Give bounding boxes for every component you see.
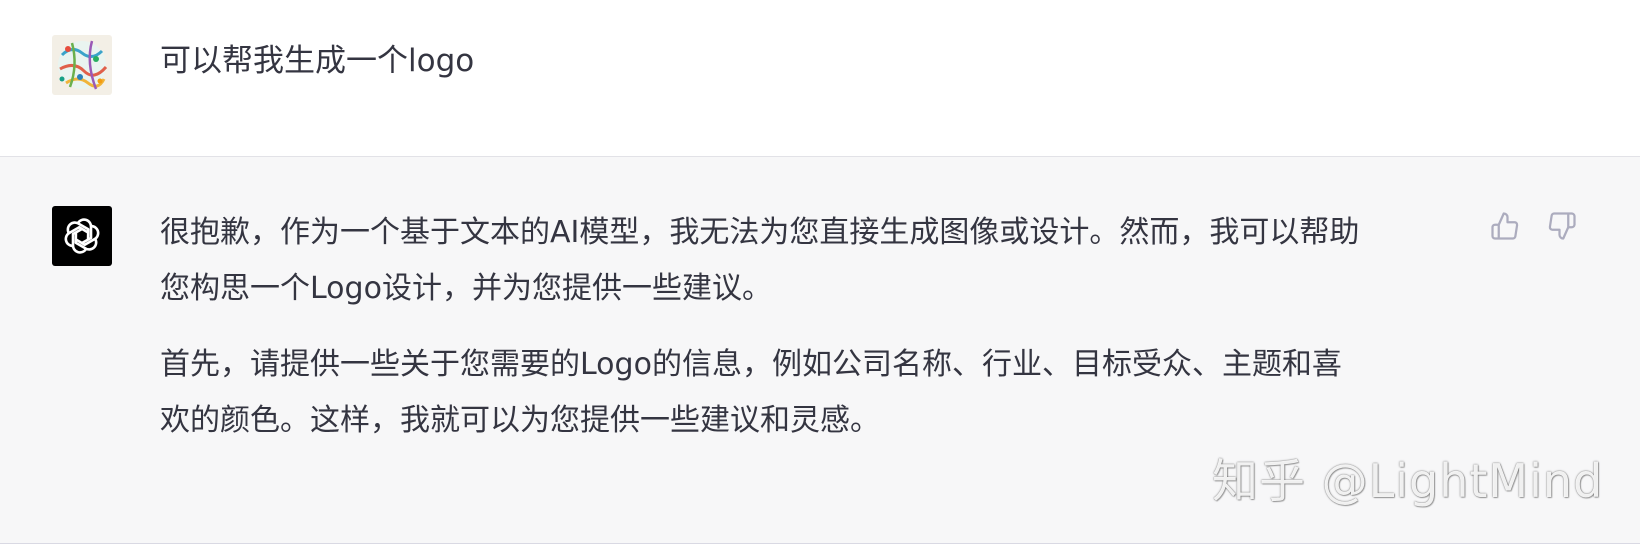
assistant-paragraph: 首先，请提供一些关于您需要的Logo的信息，例如公司名称、行业、目标受众、主题和…	[160, 337, 1460, 449]
openai-logo-icon	[64, 218, 100, 254]
assistant-message-body: 很抱歉，作为一个基于文本的AI模型，我无法为您直接生成图像或设计。然而，我可以帮…	[160, 205, 1460, 469]
assistant-avatar	[52, 206, 112, 266]
thumbs-down-button[interactable]	[1545, 209, 1579, 243]
assistant-paragraph: 很抱歉，作为一个基于文本的AI模型，我无法为您直接生成图像或设计。然而，我可以帮…	[160, 205, 1460, 317]
user-avatar	[52, 35, 112, 95]
assistant-paragraph-line: 很抱歉，作为一个基于文本的AI模型，我无法为您直接生成图像或设计。然而，我可以帮…	[160, 215, 1360, 250]
assistant-paragraph-line: 欢的颜色。这样，我就可以为您提供一些建议和灵感。	[160, 403, 880, 438]
thumbs-up-icon	[1491, 212, 1519, 240]
assistant-paragraph-line: 首先，请提供一些关于您需要的Logo的信息，例如公司名称、行业、目标受众、主题和…	[160, 347, 1342, 382]
thumbs-down-icon	[1548, 212, 1576, 240]
user-message-text: 可以帮我生成一个logo	[160, 43, 475, 79]
colorful-map-avatar-icon	[52, 35, 112, 95]
assistant-paragraph-line: 您构思一个Logo设计，并为您提供一些建议。	[160, 271, 772, 306]
thumbs-up-button[interactable]	[1488, 209, 1522, 243]
watermark: 知乎 @LightMind	[1212, 454, 1604, 508]
assistant-message-row: 很抱歉，作为一个基于文本的AI模型，我无法为您直接生成图像或设计。然而，我可以帮…	[0, 157, 1640, 544]
user-message-row: 可以帮我生成一个logo	[0, 0, 1640, 157]
